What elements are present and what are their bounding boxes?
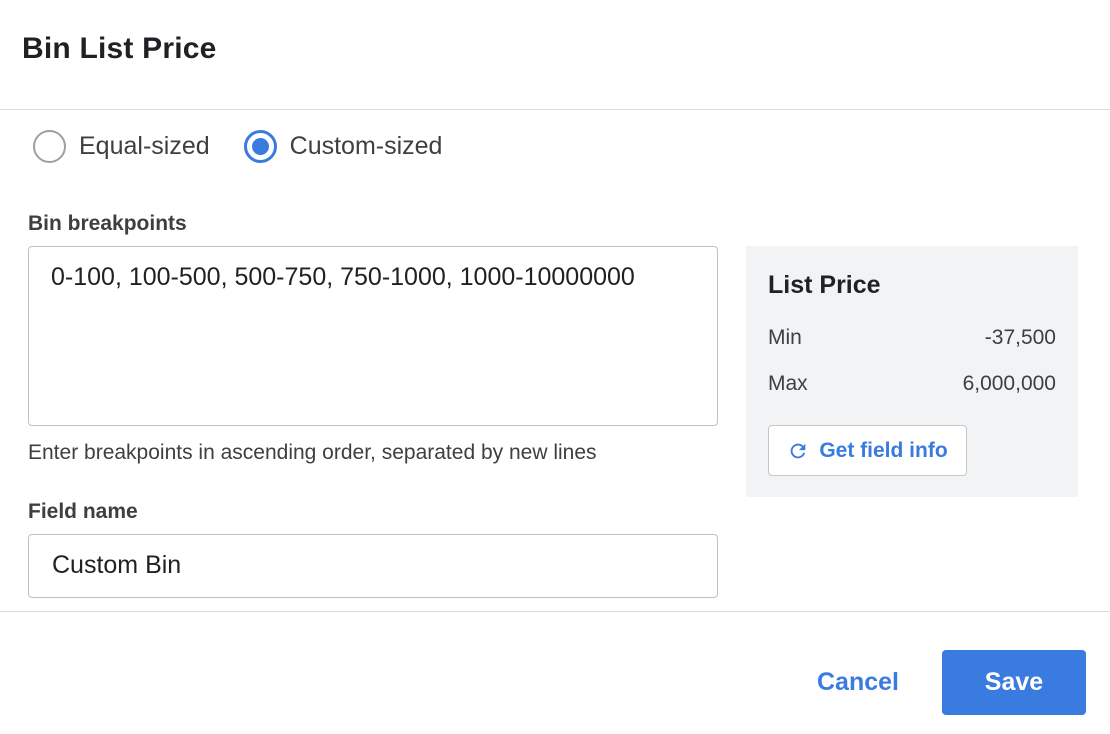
bin-type-radio-group: Equal-sized Custom-sized [33,130,442,163]
bin-breakpoints-textarea[interactable]: 0-100, 100-500, 500-750, 750-1000, 1000-… [28,246,718,426]
field-name-input[interactable]: Custom Bin [28,534,718,598]
max-label: Max [768,372,808,395]
bin-breakpoints-helper-text: Enter breakpoints in ascending order, se… [28,441,597,464]
min-label: Min [768,326,802,349]
equal-sized-radio-button[interactable] [33,130,66,163]
get-field-info-label: Get field info [819,438,948,462]
bin-list-price-dialog: Bin List Price Equal-sized Custom-sized … [0,0,1110,734]
equal-sized-radio-option[interactable]: Equal-sized [33,130,210,163]
custom-sized-radio-option[interactable]: Custom-sized [243,130,443,163]
field-info-min-row: Min -37,500 [768,326,1056,350]
field-info-title: List Price [768,271,881,299]
dialog-footer: Cancel Save [0,611,1110,734]
get-field-info-button[interactable]: Get field info [768,425,967,476]
field-name-label: Field name [28,500,138,523]
cancel-button[interactable]: Cancel [806,650,910,714]
equal-sized-radio-label: Equal-sized [79,132,210,160]
min-value: -37,500 [984,326,1056,349]
custom-sized-radio-label: Custom-sized [289,132,443,160]
save-button[interactable]: Save [942,650,1086,715]
refresh-icon [787,440,809,462]
max-value: 6,000,000 [962,372,1056,395]
field-info-max-row: Max 6,000,000 [768,372,1056,396]
bin-breakpoints-label: Bin breakpoints [28,212,187,235]
custom-sized-radio-button[interactable] [243,130,277,163]
dialog-header: Bin List Price [0,0,1110,110]
dialog-title: Bin List Price [22,32,217,65]
field-info-panel: List Price Min -37,500 Max 6,000,000 Get… [746,246,1078,497]
